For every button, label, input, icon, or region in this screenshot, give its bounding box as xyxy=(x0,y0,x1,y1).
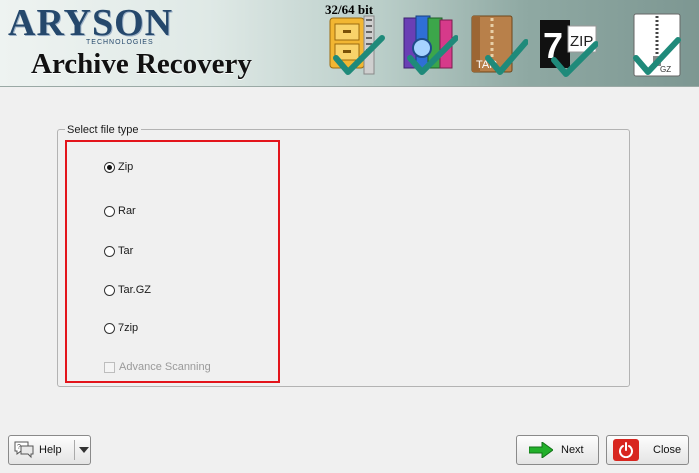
advance-scanning-label: Advance Scanning xyxy=(119,361,211,373)
zip-archive-icon xyxy=(326,12,386,78)
radio-rar-label[interactable]: Rar xyxy=(118,205,136,217)
gz-archive-icon: GZ xyxy=(628,12,688,78)
product-title: Archive Recovery xyxy=(31,48,252,80)
gz-icon-label: GZ xyxy=(660,65,671,74)
radio-tar-label[interactable]: Tar xyxy=(118,245,133,257)
next-button[interactable]: Next xyxy=(516,435,599,465)
radio-zip-circle[interactable] xyxy=(104,161,115,173)
tar-archive-icon: TAR xyxy=(468,12,528,78)
file-type-group-label: Select file type xyxy=(65,124,141,136)
radio-zip-label[interactable]: Zip xyxy=(118,161,133,173)
radio-7zip-circle[interactable] xyxy=(104,322,115,334)
advance-scanning-checkbox-row: Advance Scanning xyxy=(104,360,211,374)
radio-rar[interactable]: Rar xyxy=(104,204,136,218)
radio-rar-circle[interactable] xyxy=(104,205,115,217)
power-icon xyxy=(613,439,639,461)
radio-targz-label[interactable]: Tar.GZ xyxy=(118,284,151,296)
svg-text:?: ? xyxy=(17,444,21,451)
close-label[interactable]: Close xyxy=(653,444,681,456)
7zip-archive-icon: 7 ZIP xyxy=(538,12,598,78)
advance-scanning-checkbox xyxy=(104,361,115,373)
brand-logo: ARYSON xyxy=(8,2,174,44)
help-icon: ? xyxy=(9,440,39,460)
highlight-box xyxy=(65,140,280,383)
radio-tar[interactable]: Tar xyxy=(104,244,133,258)
next-label[interactable]: Next xyxy=(561,444,584,456)
close-button[interactable]: Close xyxy=(606,435,689,465)
radio-targz-circle[interactable] xyxy=(104,284,115,296)
help-button[interactable]: ? Help xyxy=(8,435,91,465)
help-label[interactable]: Help xyxy=(39,444,62,456)
rar-archive-icon xyxy=(398,12,458,78)
radio-7zip[interactable]: 7zip xyxy=(104,321,138,335)
radio-zip[interactable]: Zip xyxy=(104,160,133,174)
next-arrow-icon xyxy=(523,442,559,458)
brand-subtitle: TECHNOLOGIES xyxy=(86,39,154,46)
radio-tar-circle[interactable] xyxy=(104,245,115,257)
radio-7zip-label[interactable]: 7zip xyxy=(118,322,138,334)
radio-targz[interactable]: Tar.GZ xyxy=(104,283,151,297)
help-dropdown-chevron-icon[interactable] xyxy=(73,440,89,460)
header-banner: ARYSON TECHNOLOGIES Archive Recovery 32/… xyxy=(0,0,699,87)
